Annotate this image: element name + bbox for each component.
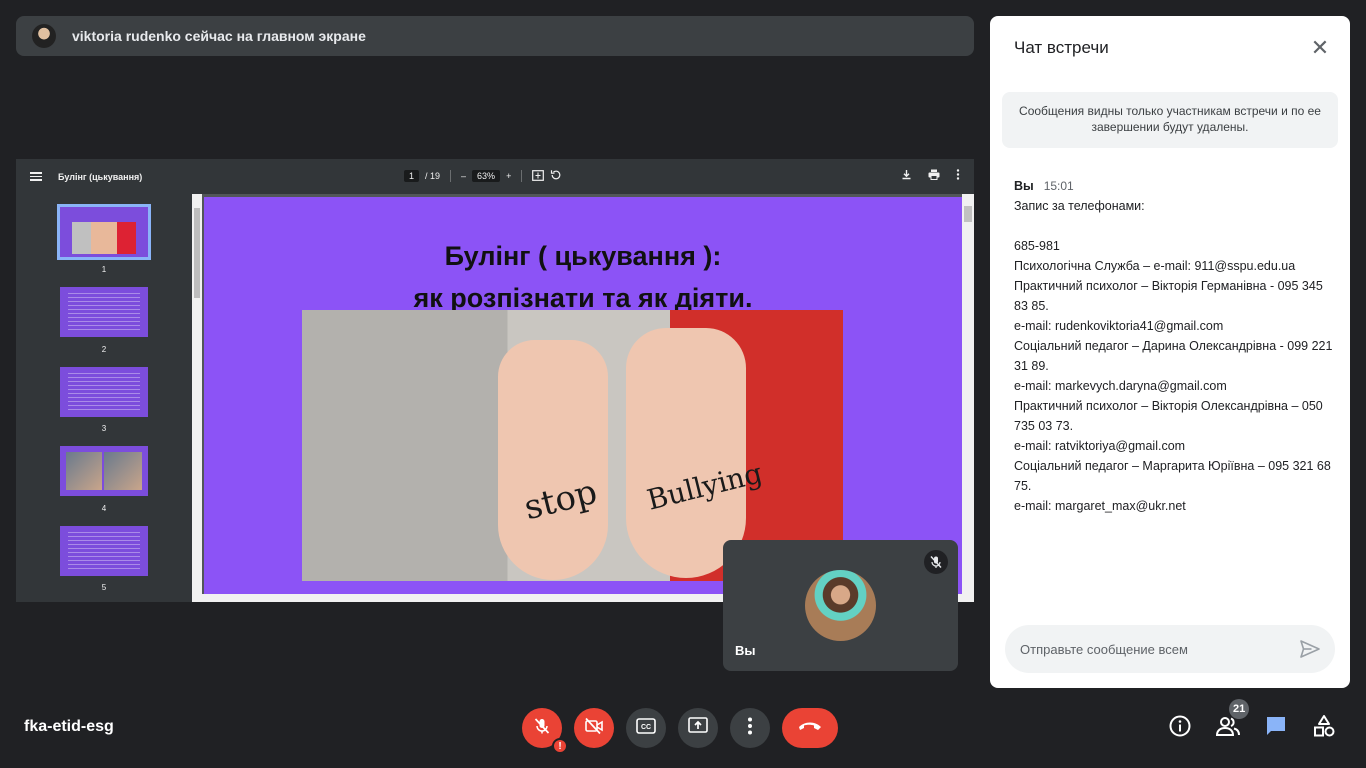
chat-title: Чат встречи [1014,38,1109,57]
pdf-toolbar: Булінг (цькування) 1 / 19 – 63% + [16,159,974,194]
message-line: e-mail: margaret_max@ukr.net [1014,499,1186,513]
chat-input-box [1005,625,1335,673]
rotate-icon[interactable] [550,169,562,183]
slide-page: Булінг ( цькування ): як розпізнати та я… [204,197,962,594]
thumbnail-page[interactable] [60,367,148,417]
message-time: 15:01 [1043,179,1074,193]
message-line: Соціальний педагог – Дарина Олександрівн… [1014,339,1333,373]
self-name: Вы [735,643,756,658]
meeting-code: fka-etid-esg [24,718,114,735]
toolbar-divider [450,170,452,182]
end-call-icon [797,719,823,737]
svg-text:CC: CC [641,724,651,731]
left-hand [498,340,608,580]
message-line: 685-981 [1014,239,1060,253]
thumbnail-number: 4 [101,504,107,513]
thumbnail-page[interactable] [60,287,148,337]
thumbnail-text [68,532,140,570]
message-line: Запис за телефонами: [1014,199,1145,213]
presenter-text: viktoria rudenko сейчас на главном экран… [72,28,366,44]
more-vertical-icon[interactable] [956,169,960,183]
zoom-level-input[interactable]: 63% [472,170,501,182]
chat-message-input[interactable] [1020,641,1290,657]
thumbnail-number: 5 [101,583,107,592]
present-screen-button[interactable] [678,708,718,748]
thumbnail-text [68,293,140,331]
present-screen-icon [688,716,708,740]
camera-off-icon [584,717,604,740]
message-line: e-mail: markevych.daryna@gmail.com [1014,379,1227,393]
page-total: / 19 [425,171,441,181]
captions-icon: CC [636,717,656,739]
end-call-button[interactable] [782,708,838,748]
thumbnail-page[interactable] [57,204,151,260]
vertical-scrollbar[interactable] [962,194,974,602]
self-video-tile[interactable]: Вы [723,540,958,671]
thumbnail-image [104,452,142,490]
thumbnail-image [66,452,102,490]
thumbnail-number: 2 [101,345,107,354]
thumbnail-page[interactable] [60,526,148,576]
thumbnail-sidebar[interactable]: 1 2 3 4 5 [16,194,192,602]
toolbar-divider [521,170,523,182]
slide-title-line1: Булінг ( цькування ): [444,241,722,271]
mic-off-icon [924,550,948,574]
message-line: Психологічна Служба – e-mail: 911@sspu.e… [1014,259,1296,273]
chat-icon [1264,714,1288,743]
presenter-avatar [32,24,56,48]
info-button[interactable] [1166,714,1194,742]
thumbnail-page[interactable] [60,446,148,496]
thumbnail-number: 3 [101,424,107,433]
message-line [1014,216,1334,236]
menu-icon[interactable] [30,172,42,181]
zoom-in-button[interactable]: + [506,171,511,181]
zoom-out-button[interactable]: – [461,171,466,181]
thumbnail-scrollbar[interactable] [192,194,202,602]
mic-toggle-button[interactable]: ! [522,708,568,754]
message-sender: Вы [1014,179,1034,193]
message-line: Практичний психолог – Вікторія Германівн… [1014,279,1323,313]
more-options-button[interactable] [730,708,770,748]
print-icon[interactable] [928,169,940,183]
message-line: Практичний психолог – Вікторія Олександр… [1014,399,1323,433]
message-line: e-mail: rudenkoviktoria41@gmail.com [1014,319,1224,333]
presenter-banner: viktoria rudenko сейчас на главном экран… [16,16,974,56]
pdf-viewer: Булінг (цькування) 1 / 19 – 63% + 1 2 3 … [16,159,974,602]
mic-warning-badge: ! [552,738,568,754]
thumbnail-text [68,373,140,411]
more-vertical-icon [747,717,753,740]
activities-button[interactable] [1310,714,1338,742]
chat-message: Вы 15:01 Запис за телефонами: 685-981 Пс… [1014,176,1334,516]
participants-count-badge: 21 [1229,699,1250,719]
pdf-title: Булінг (цькування) [58,171,143,182]
chat-notice: Сообщения видны только участникам встреч… [1002,92,1338,148]
fit-page-icon[interactable] [532,169,545,183]
info-icon [1168,714,1192,743]
message-line: Соціальний педагог – Маргарита Юріївна –… [1014,459,1331,493]
mic-off-icon [533,717,551,740]
send-icon[interactable] [1299,638,1321,665]
chat-button[interactable] [1262,714,1290,742]
message-line: e-mail: ratviktoriya@gmail.com [1014,439,1186,453]
chat-panel: Чат встречи ✕ Сообщения видны только уча… [990,16,1350,688]
close-icon[interactable]: ✕ [1308,36,1332,60]
captions-button[interactable]: CC [626,708,666,748]
self-avatar [805,570,876,641]
download-icon[interactable] [901,169,912,183]
camera-toggle-button[interactable] [574,708,614,748]
thumbnail-image [72,222,136,254]
page-number-input[interactable]: 1 [404,170,420,182]
activities-icon [1312,714,1336,743]
thumbnail-number: 1 [101,265,107,274]
